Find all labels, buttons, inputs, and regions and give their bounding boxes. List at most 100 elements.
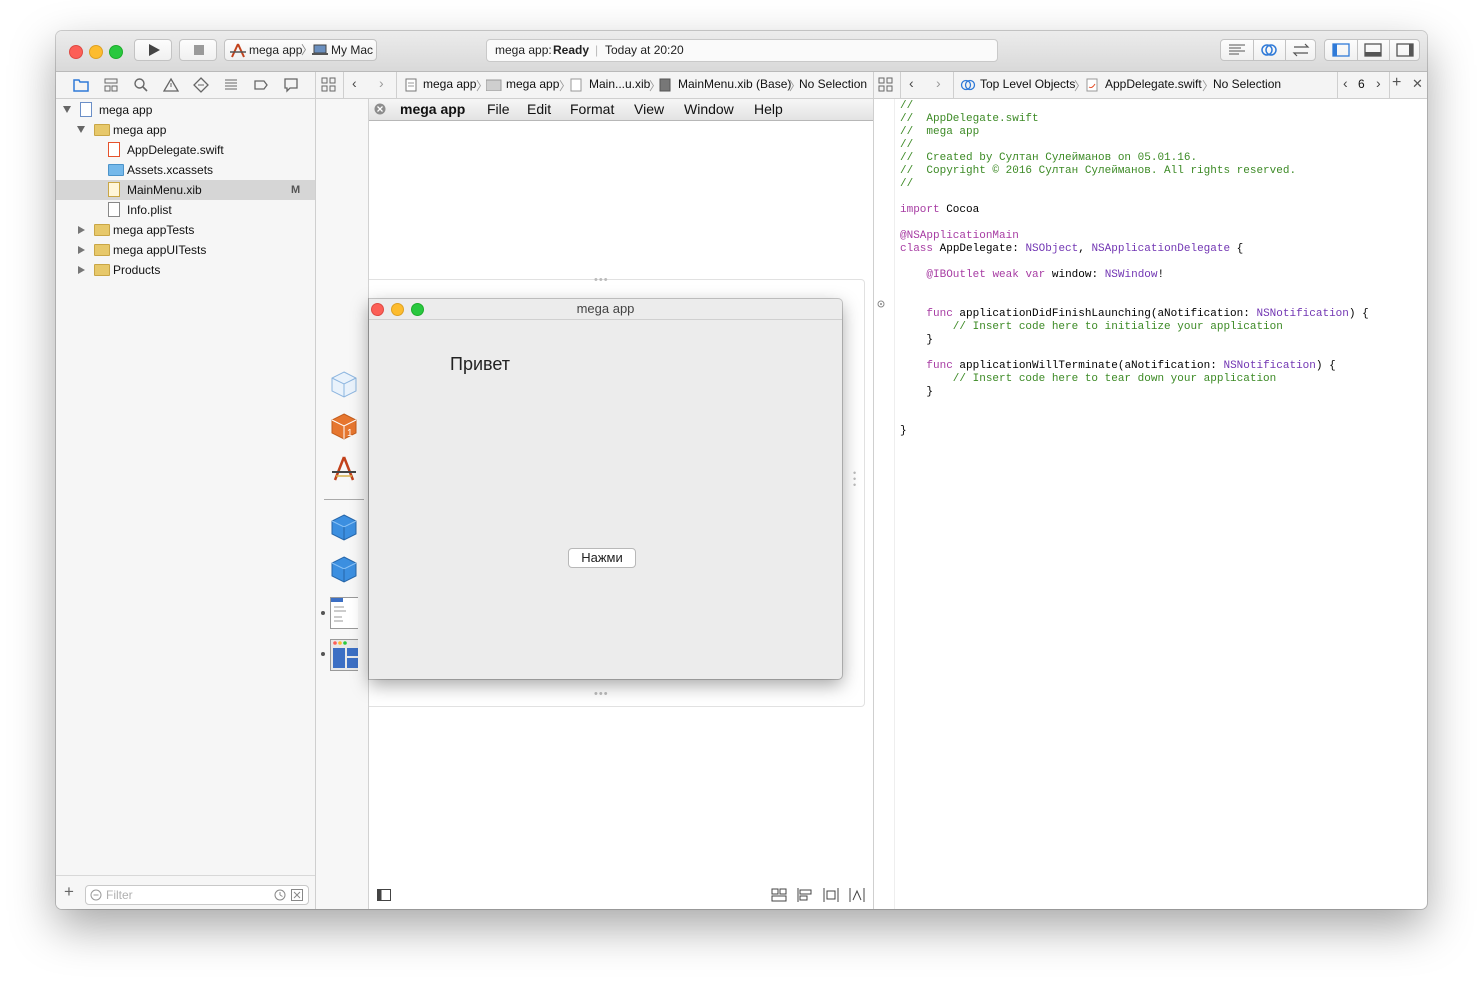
navigator-item[interactable]: mega appUITests bbox=[56, 240, 315, 260]
ib-breadcrumb-4[interactable]: No Selection bbox=[799, 77, 867, 91]
navigator-item-label: mega app bbox=[113, 123, 167, 137]
code-line: class AppDelegate: NSObject, NSApplicati… bbox=[900, 243, 1244, 255]
breakpoint-navigator-icon[interactable] bbox=[253, 77, 269, 93]
disclosure-open-icon[interactable] bbox=[63, 106, 71, 113]
warning-icon[interactable] bbox=[163, 77, 179, 93]
app-zoom-button[interactable] bbox=[411, 303, 424, 316]
add-file-icon[interactable]: + bbox=[64, 882, 74, 902]
forward-arrow-icon[interactable]: › bbox=[379, 75, 384, 91]
source-code-editor[interactable]: //// AppDelegate.swift// mega app//// Cr… bbox=[900, 99, 1420, 909]
debug-area-toggle-icon[interactable] bbox=[1364, 43, 1382, 57]
folder-navigator-icon[interactable] bbox=[73, 77, 89, 93]
window-object-icon[interactable] bbox=[330, 639, 358, 671]
navigator-item[interactable]: mega app bbox=[56, 120, 315, 140]
disclosure-closed-icon[interactable] bbox=[78, 226, 85, 234]
activity-time: Today at 20:20 bbox=[605, 43, 684, 57]
standard-editor-icon[interactable] bbox=[1227, 43, 1247, 57]
ib-breadcrumb-1[interactable]: mega app bbox=[506, 77, 559, 91]
navigator-item[interactable]: MainMenu.xib M bbox=[56, 180, 315, 200]
disclosure-closed-icon[interactable] bbox=[78, 266, 85, 274]
resize-handle-top[interactable]: ••• bbox=[594, 274, 609, 286]
main-menu-icon[interactable] bbox=[330, 597, 358, 629]
navigator-item-label: mega app bbox=[99, 103, 153, 117]
app-window[interactable]: mega app Привет Нажми bbox=[369, 299, 842, 679]
navigator-item[interactable]: mega appTests bbox=[56, 220, 315, 240]
document-outline-toggle-icon[interactable] bbox=[377, 889, 391, 901]
menu-file[interactable]: File bbox=[487, 101, 510, 117]
svg-text:1: 1 bbox=[347, 428, 353, 439]
navigator-item[interactable]: AppDelegate.swift bbox=[56, 140, 315, 160]
test-navigator-icon[interactable] bbox=[193, 77, 209, 93]
push-button[interactable]: Нажми bbox=[568, 548, 636, 568]
first-responder-icon[interactable]: 1 bbox=[330, 412, 358, 440]
ib-breadcrumb-0[interactable]: mega app bbox=[423, 77, 476, 91]
menu-window[interactable]: Window bbox=[684, 101, 734, 117]
version-editor-icon[interactable] bbox=[1291, 43, 1311, 57]
assistant-editor-icon[interactable] bbox=[1259, 42, 1279, 58]
outlet-connection-icon[interactable] bbox=[877, 300, 885, 308]
editor-breadcrumb-1[interactable]: AppDelegate.swift bbox=[1105, 77, 1202, 91]
zoom-window-button[interactable] bbox=[109, 45, 123, 59]
related-items-icon[interactable] bbox=[321, 77, 337, 93]
next-counterpart-icon[interactable]: › bbox=[1376, 75, 1381, 91]
recent-files-icon[interactable] bbox=[274, 889, 286, 901]
resolve-auto-layout-icon[interactable] bbox=[849, 888, 865, 902]
editor-breadcrumb-2[interactable]: No Selection bbox=[1213, 77, 1281, 91]
scheme-selector[interactable]: mega app 〉 My Mac bbox=[224, 39, 377, 61]
stop-button[interactable] bbox=[179, 39, 217, 61]
app-close-button[interactable] bbox=[371, 303, 384, 316]
align-icon[interactable] bbox=[797, 888, 813, 902]
debug-navigator-icon[interactable] bbox=[223, 77, 239, 93]
navigator-item[interactable]: Assets.xcassets bbox=[56, 160, 315, 180]
ib-breadcrumb-3[interactable]: MainMenu.xib (Base) bbox=[678, 77, 791, 91]
report-navigator-icon[interactable] bbox=[283, 77, 299, 93]
disclosure-closed-icon[interactable] bbox=[78, 246, 85, 254]
scm-status-badge: M bbox=[291, 184, 301, 196]
back-arrow-icon[interactable]: ‹ bbox=[352, 75, 357, 91]
navigator-item[interactable]: Products bbox=[56, 260, 315, 280]
close-menu-icon[interactable] bbox=[374, 103, 386, 115]
navigator-item[interactable]: Info.plist bbox=[56, 200, 315, 220]
editor-breadcrumb-0[interactable]: Top Level Objects bbox=[980, 77, 1075, 91]
font-manager-icon[interactable] bbox=[330, 555, 358, 583]
pin-icon[interactable] bbox=[823, 888, 839, 902]
stack-icon[interactable] bbox=[771, 888, 787, 902]
menu-edit[interactable]: Edit bbox=[527, 101, 551, 117]
minimize-window-button[interactable] bbox=[89, 45, 103, 59]
related-items-icon-editor[interactable] bbox=[878, 77, 894, 93]
disclosure-open-icon[interactable] bbox=[77, 126, 85, 133]
application-icon[interactable] bbox=[330, 454, 358, 482]
menu-app-name[interactable]: mega app bbox=[400, 101, 465, 117]
files-owner-icon[interactable] bbox=[330, 370, 358, 398]
close-window-button[interactable] bbox=[69, 45, 83, 59]
close-editor-icon[interactable]: ✕ bbox=[1412, 76, 1423, 92]
menu-help[interactable]: Help bbox=[754, 101, 783, 117]
navigator-item-label: Assets.xcassets bbox=[127, 163, 214, 177]
plist-file-icon bbox=[108, 202, 120, 217]
ib-breadcrumb-2[interactable]: Main...u.xib bbox=[589, 77, 650, 91]
editor-forward-arrow-icon[interactable]: › bbox=[936, 75, 941, 91]
filter-field[interactable]: Filter bbox=[85, 885, 309, 905]
editor-gutter bbox=[873, 99, 895, 909]
navigator-toggle-icon[interactable] bbox=[1332, 43, 1350, 57]
code-line: // bbox=[900, 139, 914, 151]
utilities-toggle-icon[interactable] bbox=[1396, 43, 1414, 57]
previous-counterpart-icon[interactable]: ‹ bbox=[1343, 75, 1348, 91]
greeting-label[interactable]: Привет bbox=[450, 354, 510, 375]
add-editor-icon[interactable]: + bbox=[1392, 74, 1401, 92]
resize-handle-bottom[interactable]: ••• bbox=[594, 688, 609, 700]
symbol-navigator-icon[interactable] bbox=[103, 77, 119, 93]
run-button[interactable] bbox=[134, 39, 172, 61]
scm-filter-icon[interactable] bbox=[291, 889, 303, 901]
search-icon[interactable] bbox=[133, 77, 149, 93]
main-menu-bar[interactable]: mega app File Edit Format View Window He… bbox=[369, 99, 873, 121]
menu-format[interactable]: Format bbox=[570, 101, 614, 117]
navigator-item[interactable]: mega app bbox=[56, 100, 315, 120]
editor-back-arrow-icon[interactable]: ‹ bbox=[909, 75, 914, 91]
navigator-item-label: Info.plist bbox=[127, 203, 172, 217]
code-line: // bbox=[900, 100, 914, 112]
resize-handle-right[interactable]: • • • bbox=[853, 469, 857, 490]
menu-view[interactable]: View bbox=[634, 101, 664, 117]
app-minimize-button[interactable] bbox=[391, 303, 404, 316]
app-delegate-icon[interactable] bbox=[330, 513, 358, 541]
